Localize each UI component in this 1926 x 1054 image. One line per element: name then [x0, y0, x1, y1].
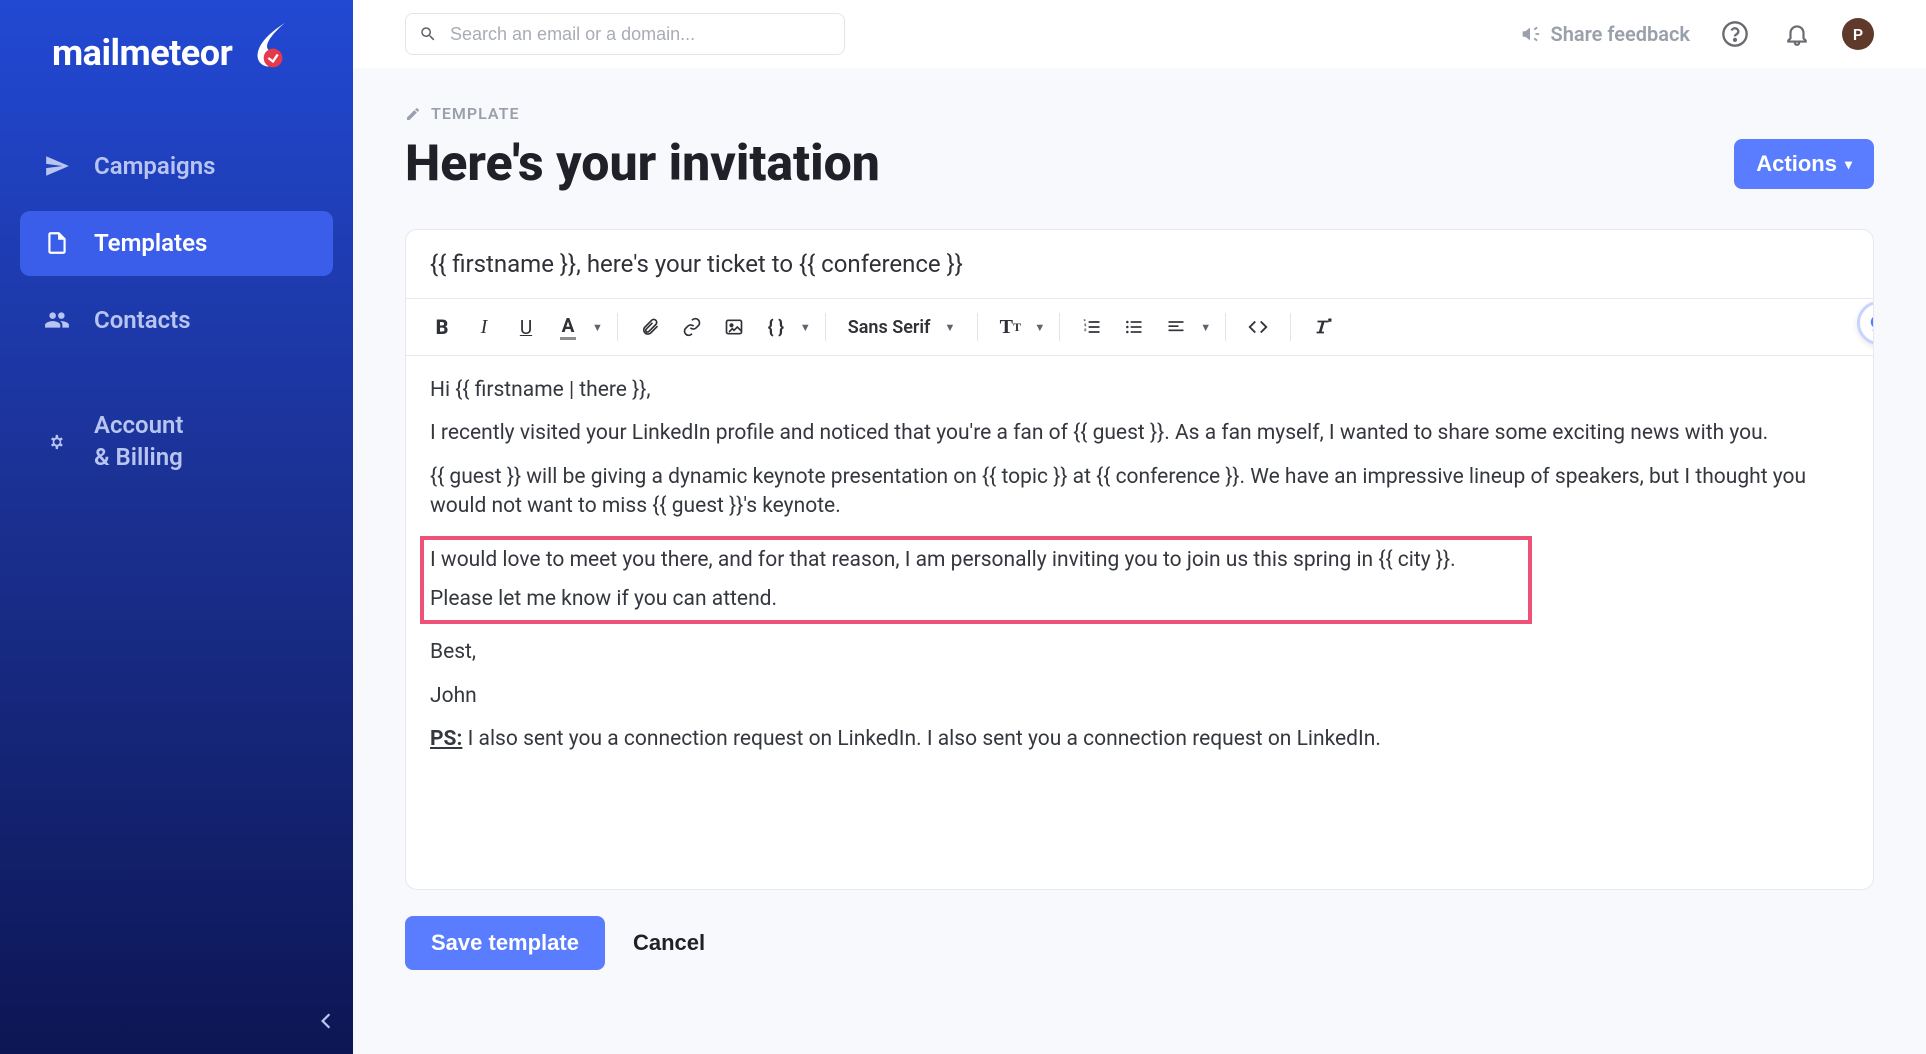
- paragraph: Please let me know if you can attend.: [430, 585, 1522, 614]
- assistant-bubble-button[interactable]: [1857, 301, 1874, 345]
- sidebar-item-label: Contacts: [94, 306, 191, 335]
- separator: [1290, 313, 1291, 341]
- separator: [977, 313, 978, 341]
- save-template-button[interactable]: Save template: [405, 916, 605, 970]
- search-icon: [419, 25, 437, 43]
- subject-input[interactable]: {{ firstname }}, here's your ticket to {…: [406, 230, 1873, 299]
- unordered-list-button[interactable]: [1116, 309, 1152, 345]
- chat-icon: [1868, 312, 1874, 334]
- gear-icon: [44, 429, 70, 455]
- notifications-button[interactable]: [1780, 17, 1814, 51]
- paragraph: {{ guest }} will be giving a dynamic key…: [430, 463, 1849, 522]
- share-feedback-button[interactable]: Share feedback: [1519, 22, 1691, 46]
- cancel-button[interactable]: Cancel: [633, 930, 705, 956]
- sidebar-item-label: Templates: [94, 229, 207, 258]
- footer-buttons: Save template Cancel: [405, 916, 1874, 970]
- feedback-label: Share feedback: [1551, 22, 1691, 46]
- separator: [617, 313, 618, 341]
- font-family-dropdown[interactable]: Sans Serif ▼: [840, 317, 964, 338]
- pencil-icon: [405, 106, 421, 122]
- chevron-down-icon: ▼: [944, 321, 955, 334]
- breadcrumb: TEMPLATE: [405, 104, 1874, 123]
- sidebar-item-account-billing[interactable]: Account& Billing: [20, 392, 333, 490]
- chevron-down-icon[interactable]: ▼: [1200, 321, 1211, 334]
- editor-toolbar: B I U A ▼ { } ▼ Sans Serif: [406, 299, 1873, 356]
- main: Share feedback P TEMPLATE Here's your in…: [353, 0, 1926, 1054]
- paragraph: I recently visited your LinkedIn profile…: [430, 419, 1849, 448]
- text-size-button[interactable]: TT: [992, 309, 1028, 345]
- topbar: Share feedback P: [353, 0, 1926, 68]
- text-color-button[interactable]: A: [550, 309, 586, 345]
- sidebar-item-label: Account& Billing: [94, 410, 184, 472]
- ordered-list-button[interactable]: [1074, 309, 1110, 345]
- logo-text: mailmeteor: [52, 32, 232, 74]
- editor-body[interactable]: Hi {{ firstname | there }}, I recently v…: [406, 356, 1873, 889]
- paragraph: I would love to meet you there, and for …: [430, 546, 1522, 575]
- separator: [825, 313, 826, 341]
- variable-button[interactable]: { }: [758, 309, 794, 345]
- image-button[interactable]: [716, 309, 752, 345]
- bold-button[interactable]: B: [424, 309, 460, 345]
- ps-text: I also sent you a connection request on …: [462, 727, 1380, 751]
- ps-label: PS:: [430, 727, 462, 751]
- sidebar-item-templates[interactable]: Templates: [20, 211, 333, 276]
- people-icon: [44, 307, 70, 333]
- content: TEMPLATE Here's your invitation Actions …: [353, 68, 1926, 1054]
- search-input[interactable]: [405, 13, 845, 55]
- actions-dropdown-button[interactable]: Actions: [1734, 139, 1874, 189]
- nav: Campaigns Templates Contacts Account& Bi…: [20, 134, 333, 491]
- separator: [1225, 313, 1226, 341]
- logo[interactable]: mailmeteor: [52, 32, 333, 74]
- clear-format-button[interactable]: [1305, 309, 1341, 345]
- sidebar-item-label: Campaigns: [94, 152, 215, 181]
- page-header: Here's your invitation Actions: [405, 135, 1874, 193]
- code-button[interactable]: [1240, 309, 1276, 345]
- collapse-sidebar-button[interactable]: [319, 1012, 333, 1030]
- editor-card: {{ firstname }}, here's your ticket to {…: [405, 229, 1874, 890]
- sidebar: mailmeteor Campaigns Templates Contacts: [0, 0, 353, 1054]
- attach-button[interactable]: [632, 309, 668, 345]
- search-wrap: [405, 13, 845, 55]
- chevron-down-icon[interactable]: ▼: [592, 321, 603, 334]
- sidebar-item-contacts[interactable]: Contacts: [20, 288, 333, 353]
- file-icon: [44, 230, 70, 256]
- megaphone-icon: [1519, 23, 1541, 45]
- sidebar-item-campaigns[interactable]: Campaigns: [20, 134, 333, 199]
- paragraph: Hi {{ firstname | there }},: [430, 376, 1849, 405]
- page-title: Here's your invitation: [405, 135, 880, 193]
- align-button[interactable]: [1158, 309, 1194, 345]
- link-button[interactable]: [674, 309, 710, 345]
- italic-button[interactable]: I: [466, 309, 502, 345]
- help-button[interactable]: [1718, 17, 1752, 51]
- paragraph: Best,: [430, 638, 1849, 667]
- send-icon: [44, 153, 70, 179]
- chevron-down-icon[interactable]: ▼: [1034, 321, 1045, 334]
- breadcrumb-label: TEMPLATE: [431, 104, 520, 123]
- paragraph: John: [430, 682, 1849, 711]
- highlight-annotation: I would love to meet you there, and for …: [420, 536, 1532, 625]
- paragraph: PS: I also sent you a connection request…: [430, 725, 1849, 754]
- avatar[interactable]: P: [1842, 18, 1874, 50]
- underline-button[interactable]: U: [508, 309, 544, 345]
- flame-icon: [238, 16, 294, 72]
- chevron-down-icon[interactable]: ▼: [800, 321, 811, 334]
- topbar-right: Share feedback P: [1519, 17, 1875, 51]
- separator: [1059, 313, 1060, 341]
